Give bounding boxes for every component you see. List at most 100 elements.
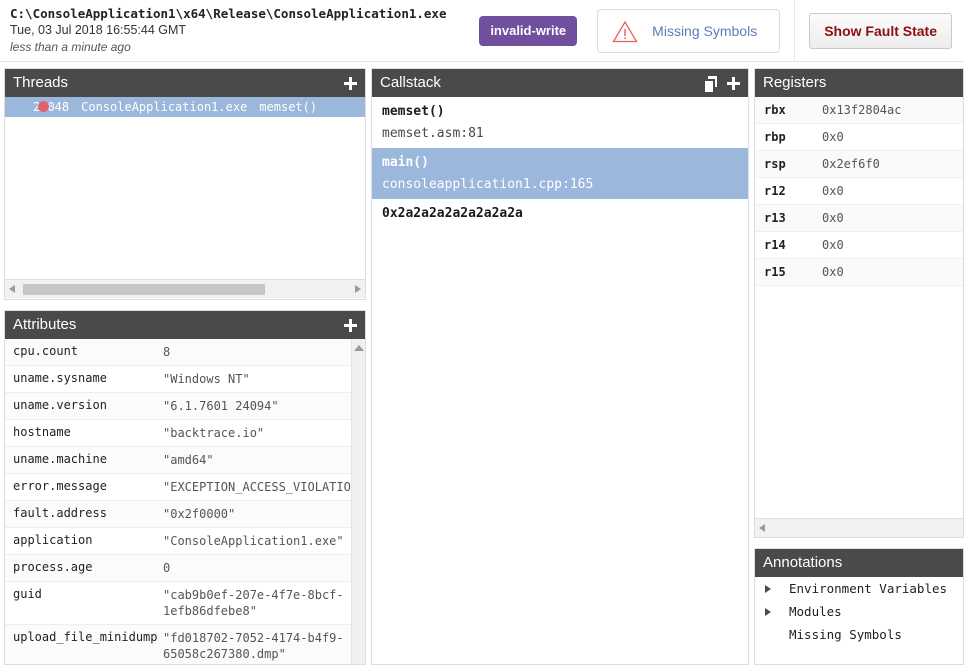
scrollbar-thumb[interactable] (23, 284, 265, 295)
frame-function: main() (372, 153, 748, 172)
attribute-value: "ConsoleApplication1.exe" (163, 533, 365, 549)
register-row[interactable]: rbp0x0 (755, 124, 963, 151)
attribute-row[interactable]: process.age0 (5, 555, 365, 582)
annotations-header: Annotations (755, 549, 963, 577)
annotation-row[interactable]: Missing Symbols (755, 623, 963, 646)
registers-horizontal-scrollbar[interactable] (755, 518, 963, 537)
attribute-key: uname.version (13, 398, 163, 412)
attribute-key: fault.address (13, 506, 163, 520)
register-value: 0x0 (822, 130, 844, 144)
annotations-title: Annotations (763, 554, 842, 571)
annotation-label: Missing Symbols (789, 625, 902, 644)
register-row[interactable]: r120x0 (755, 178, 963, 205)
attribute-key: error.message (13, 479, 163, 493)
callstack-frame[interactable]: 0x2a2a2a2a2a2a2a2a (372, 199, 748, 230)
registers-title: Registers (763, 74, 826, 91)
annotation-row[interactable]: Modules (755, 600, 963, 623)
callstack-header-actions (705, 69, 740, 97)
attribute-value: 8 (163, 344, 365, 360)
attribute-key: uname.machine (13, 452, 163, 466)
frame-function: memset() (372, 102, 748, 121)
register-value: 0x2ef6f0 (822, 157, 880, 171)
plus-icon[interactable] (344, 77, 357, 90)
callstack-frame[interactable]: memset()memset.asm:81 (372, 97, 748, 148)
attribute-row[interactable]: cpu.count8 (5, 339, 365, 366)
attribute-value: "backtrace.io" (163, 425, 365, 441)
annotations-list[interactable]: Environment Variables Modules Missing Symb… (755, 577, 963, 664)
header-divider (794, 0, 795, 62)
threads-horizontal-scrollbar[interactable] (5, 279, 365, 298)
plus-icon[interactable] (344, 319, 357, 332)
callstack-title: Callstack (380, 74, 441, 91)
attribute-row[interactable]: uname.sysname"Windows NT" (5, 366, 365, 393)
missing-symbols-label: Missing Symbols (652, 23, 757, 39)
attribute-row[interactable]: uname.version"6.1.7601 24094" (5, 393, 365, 420)
attribute-key: process.age (13, 560, 163, 574)
register-name: r15 (764, 265, 822, 279)
attribute-value: "Windows NT" (163, 371, 365, 387)
register-row[interactable]: rbx0x13f2804ac (755, 97, 963, 124)
attribute-value: "cab9b0ef-207e-4f7e-8bcf- 1efb86dfebe8" (163, 587, 365, 619)
register-value: 0x13f2804ac (822, 103, 901, 117)
threads-header-actions (344, 69, 357, 97)
thread-row[interactable]: 20048 ConsoleApplication1.exe memset() (5, 97, 365, 117)
arrow-left-icon[interactable] (759, 524, 765, 532)
copy-icon[interactable] (705, 76, 718, 90)
annotation-row[interactable]: Environment Variables (755, 577, 963, 600)
threads-list[interactable]: 20048 ConsoleApplication1.exe memset() (5, 97, 365, 279)
register-name: rbx (764, 103, 822, 117)
frame-source: memset.asm:81 (372, 121, 748, 141)
callstack-frame[interactable]: main()consoleapplication1.cpp:165 (372, 148, 748, 199)
attribute-row[interactable]: hostname"backtrace.io" (5, 420, 365, 447)
attribute-value: "fd018702-7052-4174-b4f9- 65058c267380.d… (163, 630, 365, 662)
attributes-vertical-scrollbar[interactable] (351, 339, 365, 664)
thread-frame: memset() (259, 100, 317, 114)
relative-time: less than a minute ago (10, 39, 447, 55)
crash-timestamp: Tue, 03 Jul 2018 16:55:44 GMT (10, 22, 447, 39)
register-name: rbp (764, 130, 822, 144)
header-actions: invalid-write Missing Symbols Show Fault… (479, 0, 964, 62)
attribute-row[interactable]: guid"cab9b0ef-207e-4f7e-8bcf- 1efb86dfeb… (5, 582, 365, 625)
attributes-header: Attributes (5, 311, 365, 339)
annotation-label: Modules (789, 602, 842, 621)
register-row[interactable]: rsp0x2ef6f0 (755, 151, 963, 178)
registers-list[interactable]: rbx0x13f2804acrbp0x0rsp0x2ef6f0r120x0r13… (755, 97, 963, 518)
register-row[interactable]: r140x0 (755, 232, 963, 259)
attributes-list[interactable]: cpu.count8uname.sysname"Windows NT"uname… (5, 339, 365, 664)
register-row[interactable]: r130x0 (755, 205, 963, 232)
attributes-header-actions (344, 311, 357, 339)
attribute-row[interactable]: error.message"EXCEPTION_ACCESS_VIOLATIO (5, 474, 365, 501)
plus-icon[interactable] (727, 77, 740, 90)
attribute-key: hostname (13, 425, 163, 439)
register-name: r13 (764, 211, 822, 225)
attribute-row[interactable]: fault.address"0x2f0000" (5, 501, 365, 528)
register-name: r12 (764, 184, 822, 198)
chevron-right-icon[interactable] (765, 608, 771, 616)
register-row[interactable]: r150x0 (755, 259, 963, 286)
status-badge[interactable]: invalid-write (479, 16, 577, 46)
attribute-value: "amd64" (163, 452, 365, 468)
registers-panel: Registers rbx0x13f2804acrbp0x0rsp0x2ef6f… (754, 68, 964, 538)
attribute-row[interactable]: uname.machine"amd64" (5, 447, 365, 474)
attribute-row[interactable]: upload_file_minidump"fd018702-7052-4174-… (5, 625, 365, 664)
show-fault-state-button[interactable]: Show Fault State (809, 13, 952, 49)
callstack-panel: Callstack memset()memset.asm:81main()con… (371, 68, 749, 665)
chevron-right-icon[interactable] (765, 585, 771, 593)
callstack-list[interactable]: memset()memset.asm:81main()consoleapplic… (372, 97, 748, 664)
attribute-key: cpu.count (13, 344, 163, 358)
attribute-row[interactable]: application"ConsoleApplication1.exe" (5, 528, 365, 555)
missing-symbols-button[interactable]: Missing Symbols (597, 9, 780, 53)
attribute-key: application (13, 533, 163, 547)
debugger-page: C:\ConsoleApplication1\x64\Release\Conso… (0, 0, 964, 665)
threads-panel: Threads 20048 ConsoleApplication1.exe me… (4, 68, 366, 300)
arrow-right-icon[interactable] (355, 285, 361, 293)
register-value: 0x0 (822, 265, 844, 279)
registers-header: Registers (755, 69, 963, 97)
register-value: 0x0 (822, 238, 844, 252)
arrow-up-icon[interactable] (354, 345, 364, 351)
executable-path: C:\ConsoleApplication1\x64\Release\Conso… (10, 5, 447, 22)
register-value: 0x0 (822, 184, 844, 198)
red-dot-icon (38, 101, 49, 112)
callstack-header: Callstack (372, 69, 748, 97)
arrow-left-icon[interactable] (9, 285, 15, 293)
